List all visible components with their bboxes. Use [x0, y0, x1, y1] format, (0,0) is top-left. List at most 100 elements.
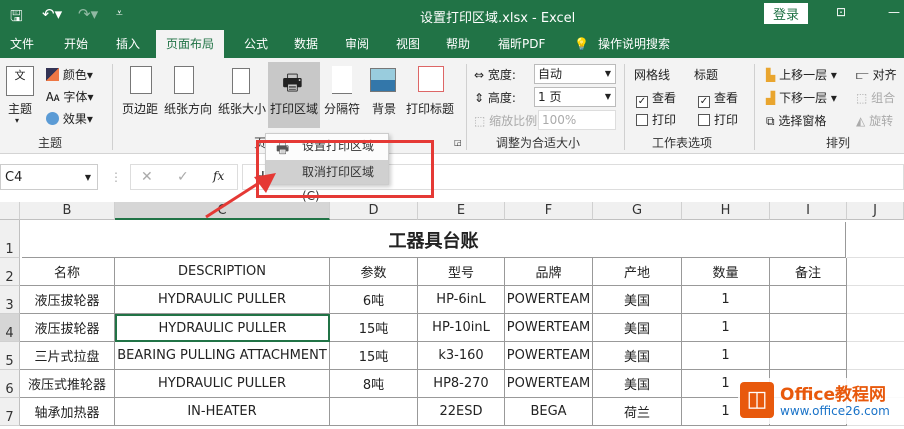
bring-forward-button[interactable]: ▙ 上移一层 ▾ [766, 66, 837, 83]
cell[interactable]: HP-10inL [418, 314, 505, 342]
group-objects-button[interactable]: ⬚ 组合 [856, 89, 895, 106]
row-header-4[interactable]: 4 [0, 314, 20, 342]
cell[interactable]: 美国 [593, 370, 682, 398]
cell[interactable] [330, 398, 418, 426]
sheet-title-cell[interactable]: 工器具台账 [22, 222, 846, 258]
column-header-G[interactable]: G [593, 202, 682, 220]
cell[interactable]: k3-160 [418, 342, 505, 370]
cell[interactable]: POWERTEAM [505, 342, 593, 370]
dialog-launcher-icon[interactable]: ◲ [454, 138, 462, 147]
tab-foxit-pdf[interactable]: 福昕PDF [496, 30, 547, 58]
headings-view-checkbox[interactable]: ✓ 查看 [698, 89, 738, 108]
print-titles-button[interactable]: 打印标题 [406, 100, 454, 117]
row-header-1[interactable]: 1 [0, 220, 20, 258]
undo-icon[interactable]: ↶▾ [42, 5, 62, 23]
cancel-icon[interactable]: ✕ [141, 169, 153, 185]
cell[interactable]: 数量 [682, 258, 770, 286]
cell[interactable]: 22ESD [418, 398, 505, 426]
cell-empty[interactable] [847, 220, 904, 258]
cell[interactable]: 参数 [330, 258, 418, 286]
column-header-E[interactable]: E [418, 202, 505, 220]
cell[interactable]: 15吨 [330, 314, 418, 342]
tab-page-layout[interactable]: 页面布局 [156, 30, 225, 58]
cell[interactable]: HYDRAULIC PULLER [115, 314, 330, 342]
cell-empty[interactable] [847, 342, 904, 370]
orientation-button[interactable]: 纸张方向 [164, 100, 212, 117]
cell[interactable]: HYDRAULIC PULLER [115, 286, 330, 314]
cell[interactable]: 产地 [593, 258, 682, 286]
cell[interactable]: 三片式拉盘 [20, 342, 115, 370]
cell[interactable]: 品牌 [505, 258, 593, 286]
cell[interactable] [770, 286, 847, 314]
cell[interactable]: 美国 [593, 286, 682, 314]
cell[interactable]: 6吨 [330, 286, 418, 314]
cell[interactable]: POWERTEAM [505, 286, 593, 314]
cell[interactable]: 备注 [770, 258, 847, 286]
column-header-H[interactable]: H [682, 202, 770, 220]
fonts-button[interactable]: 🗛 字体▾ [46, 88, 93, 105]
minimize-icon[interactable]: — [888, 5, 900, 19]
tab-home[interactable]: 开始 [62, 30, 90, 58]
save-icon[interactable]: 🖫 [10, 6, 23, 31]
customize-qat-icon[interactable]: ⩡ [116, 6, 123, 21]
cell[interactable]: POWERTEAM [505, 370, 593, 398]
tab-view[interactable]: 视图 [394, 30, 422, 58]
tab-data[interactable]: 数据 [292, 30, 320, 58]
align-button[interactable]: ⫍ 对齐 [856, 66, 897, 83]
cell[interactable]: POWERTEAM [505, 314, 593, 342]
login-button[interactable]: 登录 [764, 3, 809, 24]
tab-review[interactable]: 审阅 [343, 30, 371, 58]
themes-button[interactable]: 主题 [8, 100, 32, 117]
column-header-B[interactable]: B [20, 202, 115, 220]
tab-help[interactable]: 帮助 [444, 30, 472, 58]
cell[interactable]: 液压拔轮器 [20, 286, 115, 314]
cell[interactable]: HYDRAULIC PULLER [115, 370, 330, 398]
tab-insert[interactable]: 插入 [114, 30, 142, 58]
breaks-button[interactable]: 分隔符 [324, 100, 360, 117]
tab-file[interactable]: 文件 [8, 30, 36, 58]
column-header-I[interactable]: I [770, 202, 847, 220]
cell-empty[interactable] [847, 314, 904, 342]
size-button[interactable]: 纸张大小 [218, 100, 266, 117]
cell[interactable]: 美国 [593, 342, 682, 370]
cell[interactable] [770, 342, 847, 370]
column-header-D[interactable]: D [330, 202, 418, 220]
row-header-5[interactable]: 5 [0, 342, 20, 370]
gridlines-view-checkbox[interactable]: ✓ 查看 [636, 89, 676, 108]
name-box[interactable]: C4 ▼ [0, 164, 98, 190]
cell[interactable]: HP-6inL [418, 286, 505, 314]
cell[interactable]: DESCRIPTION [115, 258, 330, 286]
cell[interactable]: 美国 [593, 314, 682, 342]
margins-button[interactable]: 页边距 [122, 100, 158, 117]
height-dropdown[interactable]: 1 页 ▼ [534, 87, 616, 107]
tab-formulas[interactable]: 公式 [242, 30, 270, 58]
cell[interactable]: IN-HEATER [115, 398, 330, 426]
row-header-2[interactable]: 2 [0, 258, 20, 286]
cell[interactable]: 轴承加热器 [20, 398, 115, 426]
enter-icon[interactable]: ✓ [177, 169, 189, 185]
row-header-3[interactable]: 3 [0, 286, 20, 314]
row-header-7[interactable]: 7 [0, 398, 20, 426]
width-dropdown[interactable]: 自动 ▼ [534, 64, 616, 84]
gridlines-print-checkbox[interactable]: 打印 [636, 111, 676, 128]
tell-me-search[interactable]: 操作说明搜索 [596, 30, 672, 58]
cell[interactable]: 型号 [418, 258, 505, 286]
cell[interactable]: 1 [682, 342, 770, 370]
column-header-F[interactable]: F [505, 202, 593, 220]
headings-print-checkbox[interactable]: 打印 [698, 111, 738, 128]
cell[interactable]: BEARING PULLING ATTACHMENT [115, 342, 330, 370]
cell-empty[interactable] [847, 286, 904, 314]
cell[interactable]: 名称 [20, 258, 115, 286]
cell[interactable]: 15吨 [330, 342, 418, 370]
cell[interactable]: 1 [682, 286, 770, 314]
select-all-button[interactable] [0, 202, 20, 220]
cell[interactable]: 液压拔轮器 [20, 314, 115, 342]
cell-empty[interactable] [847, 258, 904, 286]
cell[interactable]: 8吨 [330, 370, 418, 398]
ribbon-display-icon[interactable]: ⊡ [836, 5, 846, 19]
redo-icon[interactable]: ↷▾ [78, 5, 98, 23]
selection-pane-button[interactable]: ⧉ 选择窗格 [766, 112, 826, 129]
effects-button[interactable]: 效果▾ [46, 110, 93, 127]
cell[interactable]: BEGA [505, 398, 593, 426]
cell[interactable]: 1 [682, 314, 770, 342]
